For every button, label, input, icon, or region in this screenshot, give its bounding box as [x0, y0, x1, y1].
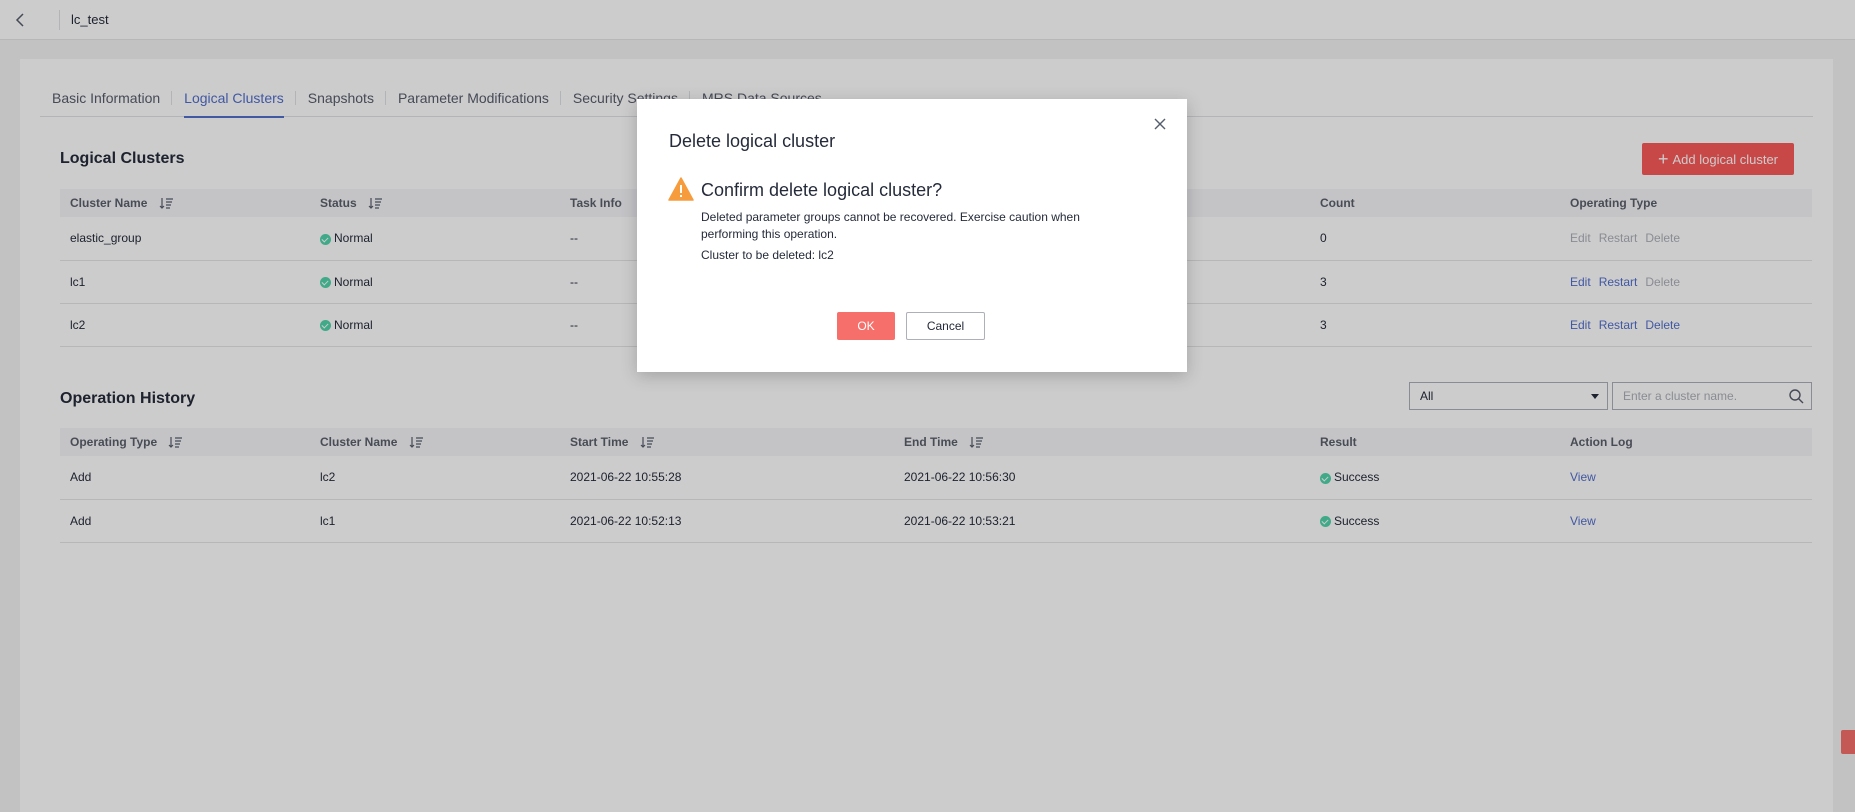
ok-button[interactable]: OK	[837, 312, 895, 340]
close-icon[interactable]	[1151, 115, 1169, 133]
confirm-description: Deleted parameter groups cannot be recov…	[701, 210, 1080, 241]
dialog-title: Delete logical cluster	[669, 131, 836, 151]
confirm-target: Cluster to be deleted: lc2	[701, 248, 834, 262]
confirm-heading: Confirm delete logical cluster?	[701, 180, 943, 200]
delete-logical-cluster-dialog: Delete logical cluster Confirm delete lo…	[637, 99, 1187, 372]
warning-icon	[668, 177, 694, 201]
cancel-button[interactable]: Cancel	[906, 312, 985, 340]
